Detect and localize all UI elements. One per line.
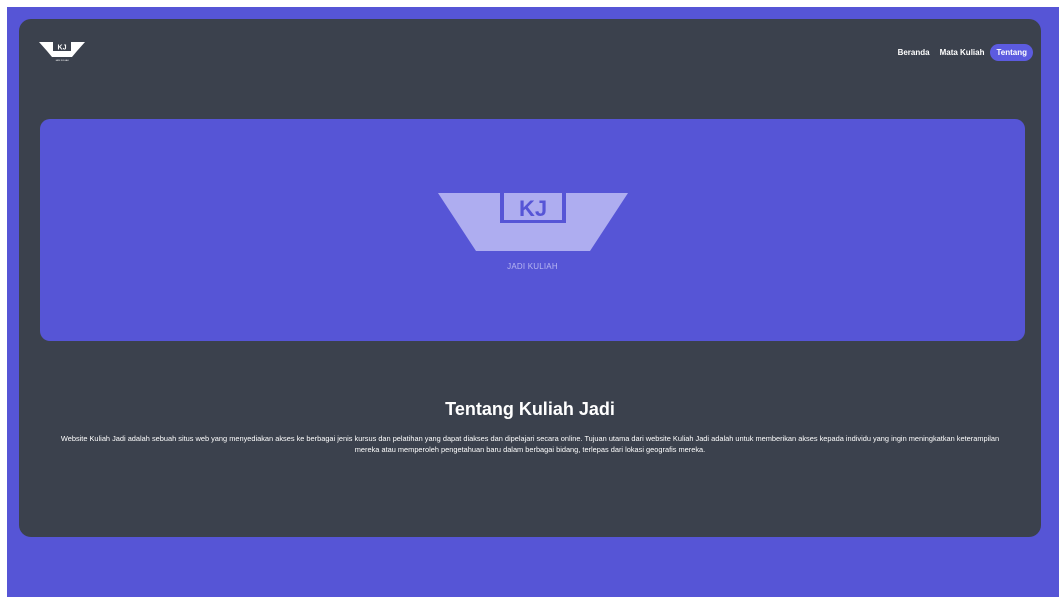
brand-logo-mark: KJ xyxy=(58,45,67,52)
nav-tentang[interactable]: Tentang xyxy=(990,44,1033,61)
hero-logo: KJ xyxy=(438,193,628,251)
main-card: KJ JADI KULIAH Beranda Mata Kuliah Tenta… xyxy=(19,19,1041,537)
navbar: KJ JADI KULIAH Beranda Mata Kuliah Tenta… xyxy=(19,19,1041,79)
nav-links: Beranda Mata Kuliah Tentang xyxy=(894,44,1033,61)
hero-subtitle: JADI KULIAH xyxy=(507,262,558,271)
nav-beranda[interactable]: Beranda xyxy=(894,44,934,61)
about-title: Tentang Kuliah Jadi xyxy=(445,399,615,419)
hero-banner: KJ JADI KULIAH xyxy=(40,119,1025,341)
brand-logo[interactable]: KJ JADI KULIAH xyxy=(39,39,85,63)
page-background: KJ JADI KULIAH Beranda Mata Kuliah Tenta… xyxy=(7,7,1059,597)
about-description: Website Kuliah Jadi adalah sebuah situs … xyxy=(60,434,1000,454)
brand-logo-caption: JADI KULIAH xyxy=(55,59,69,62)
hero-logo-mark: KJ xyxy=(519,196,547,221)
nav-mata-kuliah[interactable]: Mata Kuliah xyxy=(936,44,989,61)
